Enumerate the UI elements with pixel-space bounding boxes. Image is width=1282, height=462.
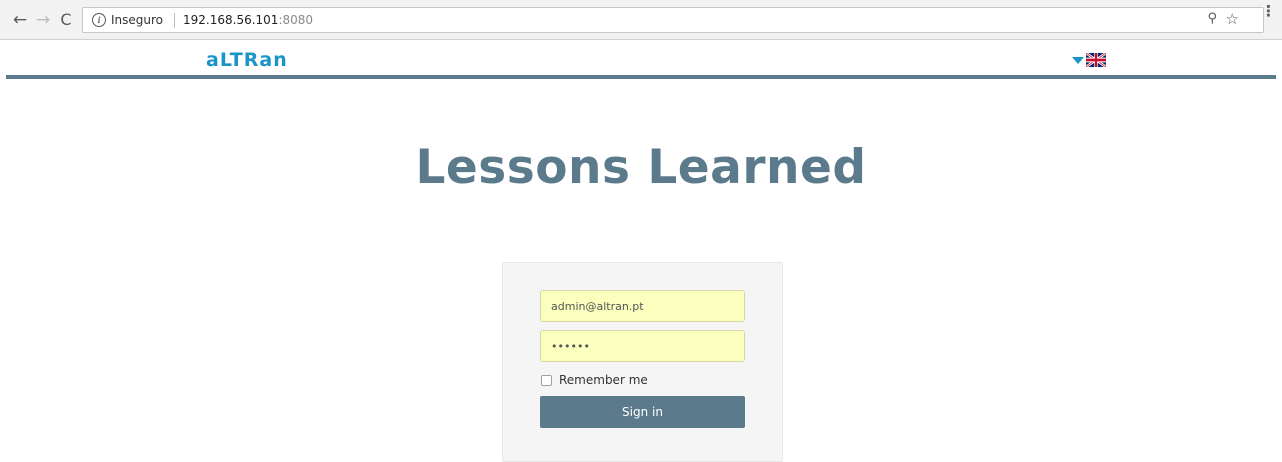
sign-in-button[interactable]: Sign in bbox=[540, 396, 745, 428]
remember-me-checkbox[interactable] bbox=[541, 375, 552, 386]
site-header: aLTRan bbox=[0, 40, 1282, 78]
url-port: :8080 bbox=[278, 13, 314, 27]
altran-logo[interactable]: aLTRan bbox=[206, 49, 288, 71]
security-label[interactable]: Inseguro bbox=[111, 13, 163, 27]
remember-me-label[interactable]: Remember me bbox=[559, 373, 648, 387]
url-host: 192.168.56.101 bbox=[183, 13, 279, 27]
url-divider bbox=[174, 13, 175, 28]
forward-arrow-icon[interactable]: → bbox=[33, 9, 53, 31]
bookmark-star-icon[interactable]: ☆ bbox=[1226, 10, 1239, 28]
browser-toolbar: ← → C i Inseguro 192.168.56.101:8080 ⚲ ☆… bbox=[0, 0, 1282, 40]
page-title: Lessons Learned bbox=[415, 140, 867, 195]
reload-icon[interactable]: C bbox=[56, 9, 76, 31]
url-text[interactable]: 192.168.56.101:8080 bbox=[183, 13, 313, 27]
info-icon[interactable]: i bbox=[92, 13, 106, 27]
back-arrow-icon[interactable]: ← bbox=[10, 9, 30, 31]
password-field[interactable] bbox=[540, 330, 745, 362]
uk-flag-icon[interactable] bbox=[1086, 53, 1106, 67]
caret-down-icon[interactable] bbox=[1072, 57, 1084, 64]
header-divider bbox=[6, 75, 1276, 79]
address-bar[interactable]: i Inseguro 192.168.56.101:8080 ⚲ ☆ bbox=[82, 7, 1264, 33]
key-icon[interactable]: ⚲ bbox=[1207, 11, 1217, 26]
login-panel: Remember me Sign in bbox=[502, 262, 783, 462]
browser-menu-icon[interactable]: ⋮ bbox=[1261, 2, 1276, 20]
email-field[interactable] bbox=[540, 290, 745, 322]
